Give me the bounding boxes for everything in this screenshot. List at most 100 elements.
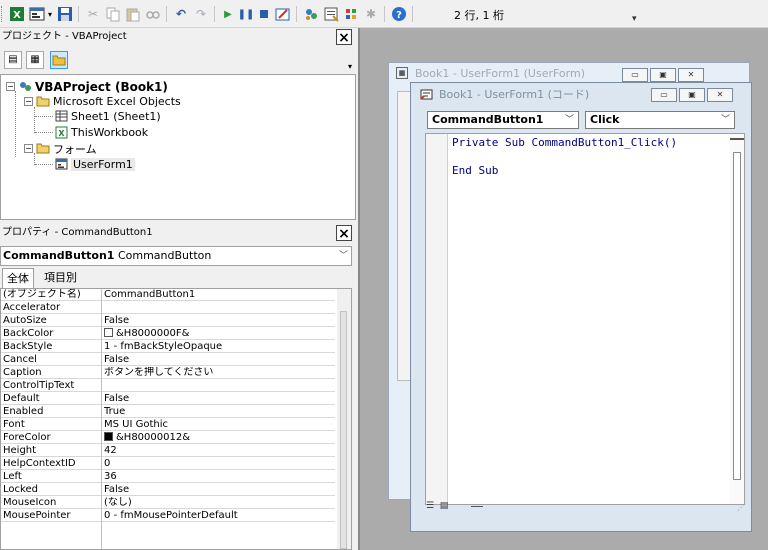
code-line-3[interactable]: End Sub [452,164,498,177]
toggle-folders-icon[interactable] [50,51,68,69]
tree-item-sheet1[interactable]: Sheet1 (Sheet1) [54,109,161,124]
property-row[interactable]: BackStyle 1 - fmBackStyleOpaque [1,341,335,353]
code-window[interactable]: Book1 - UserForm1 (コード) ▭ ▣ ✕ CommandBut… [410,82,752,532]
undo-icon[interactable]: ↶ [172,5,190,23]
property-value-cell[interactable]: 0 - fmMousePointerDefault [104,510,334,522]
project-explorer-icon[interactable] [302,5,320,23]
save-icon[interactable] [56,5,74,23]
scrollbar-thumb[interactable] [733,152,741,480]
procedure-view-icon[interactable]: ☰ [423,499,437,513]
property-value-cell[interactable]: 42 [104,445,334,457]
property-value-cell[interactable]: ボタンを押してください [104,367,334,379]
vba-project-icon [18,80,32,93]
property-value-cell[interactable]: CommandButton1 [104,289,334,301]
property-row[interactable]: ForeColor &H80000012& [1,432,335,444]
property-grid-divider[interactable] [101,289,102,549]
property-grid-scrollbar[interactable] [337,289,351,549]
properties-window-icon[interactable] [322,5,340,23]
run-icon[interactable]: ▶ [220,5,236,23]
procedure-combobox[interactable]: Click ﹀ [585,111,735,129]
property-value-cell[interactable]: True [104,406,334,418]
minimize-icon[interactable]: ▭ [622,68,648,82]
property-value-cell[interactable]: 1 - fmBackStyleOpaque [104,341,334,353]
collapse-icon[interactable]: − [24,97,33,106]
project-close-button[interactable]: × [336,29,352,46]
code-line-1[interactable]: Private Sub CommandButton1_Click() [452,136,677,149]
property-value-cell[interactable]: False [104,354,334,366]
collapse-icon[interactable]: − [24,144,33,153]
close-icon[interactable]: ✕ [678,68,704,82]
property-row[interactable]: BackColor &H8000000F& [1,328,335,340]
toolbox-icon[interactable]: ✱ [362,5,380,23]
maximize-icon[interactable]: ▣ [650,68,676,82]
property-row[interactable]: ControlTipText [1,380,335,392]
property-row[interactable]: MousePointer 0 - fmMousePointerDefault [1,510,335,522]
tab-alphabetic[interactable]: 全体 [2,268,34,288]
tree-item-excel-objects[interactable]: − Microsoft Excel Objects [24,94,181,109]
object-combobox[interactable]: CommandButton1 ﹀ [427,111,579,129]
collapse-icon[interactable]: − [6,82,15,91]
scrollbar-split-bar[interactable] [730,138,744,140]
property-row[interactable]: Left 36 [1,471,335,483]
object-browser-icon[interactable] [342,5,360,23]
tree-item-forms[interactable]: − フォーム [24,141,97,156]
property-row[interactable]: Cancel False [1,354,335,366]
project-toolbar-overflow-icon[interactable]: ▾ [348,62,352,71]
insert-dropdown-icon[interactable]: ▾ [46,5,54,23]
design-mode-icon[interactable] [274,5,292,23]
property-row[interactable]: (オブジェクト名) CommandButton1 [1,289,335,301]
property-value-cell[interactable]: MS UI Gothic [104,419,334,431]
code-editor[interactable]: Private Sub CommandButton1_Click() End S… [425,133,745,505]
view-object-icon[interactable]: ▦ [26,51,44,69]
tab-categorized[interactable]: 項目別 [40,268,81,288]
toolbar-grip[interactable] [1,6,4,22]
view-excel-icon[interactable]: X [8,5,26,23]
property-row[interactable]: MouseIcon (なし) [1,497,335,509]
cut-icon[interactable]: ✂ [84,5,102,23]
property-value-cell[interactable]: 36 [104,471,334,483]
resize-grip-icon[interactable]: ⋰ [737,503,745,512]
paste-icon[interactable] [124,5,142,23]
property-row[interactable]: HelpContextID 0 [1,458,335,470]
copy-icon[interactable] [104,5,122,23]
property-row[interactable]: Height 42 [1,445,335,457]
property-value-cell[interactable]: False [104,393,334,405]
object-selector[interactable]: CommandButton1 CommandButton ﹀ [0,246,352,266]
property-value-cell[interactable]: False [104,315,334,327]
property-row[interactable]: Enabled True [1,406,335,418]
property-value-cell[interactable]: (なし) [104,497,334,509]
chevron-down-icon[interactable]: ﹀ [339,247,348,265]
code-horizontal-scrollbar[interactable] [471,506,483,507]
property-value-cell[interactable]: 0 [104,458,334,470]
redo-icon[interactable]: ↷ [192,5,210,23]
property-row[interactable]: Caption ボタンを押してください [1,367,335,379]
property-row[interactable]: Accelerator [1,302,335,314]
code-vertical-scrollbar[interactable] [730,134,744,504]
tree-item-userform1[interactable]: UserForm1 [54,157,135,172]
find-icon[interactable] [144,5,162,23]
break-icon[interactable]: ❚❚ [238,5,255,23]
insert-userform-icon[interactable] [28,5,46,23]
property-row[interactable]: Locked False [1,484,335,496]
full-module-view-icon[interactable]: ▤ [437,499,451,513]
minimize-icon[interactable]: ▭ [651,88,677,102]
property-value-cell[interactable]: &H8000000F& [104,328,334,340]
property-value-cell[interactable]: &H80000012& [104,432,334,444]
property-value-cell[interactable]: False [104,484,334,496]
property-row[interactable]: AutoSize False [1,315,335,327]
tree-item-thisworkbook[interactable]: X ThisWorkbook [54,125,148,140]
property-row[interactable]: Default False [1,393,335,405]
reset-icon[interactable] [256,5,272,23]
margin-indicator-bar[interactable] [426,134,448,504]
property-row[interactable]: Font MS UI Gothic [1,419,335,431]
maximize-icon[interactable]: ▣ [679,88,705,102]
close-icon[interactable]: ✕ [707,88,733,102]
help-icon[interactable]: ? [390,5,408,23]
scrollbar-thumb[interactable] [340,311,347,549]
chevron-down-icon[interactable]: ﹀ [565,112,574,128]
tree-item-vbaproject[interactable]: − VBAProject (Book1) [6,79,168,94]
toolbar-overflow-icon[interactable]: ▾ [632,14,637,24]
properties-close-button[interactable]: × [336,225,352,242]
chevron-down-icon[interactable]: ﹀ [721,112,730,128]
view-code-icon[interactable]: ▤ [4,51,22,69]
